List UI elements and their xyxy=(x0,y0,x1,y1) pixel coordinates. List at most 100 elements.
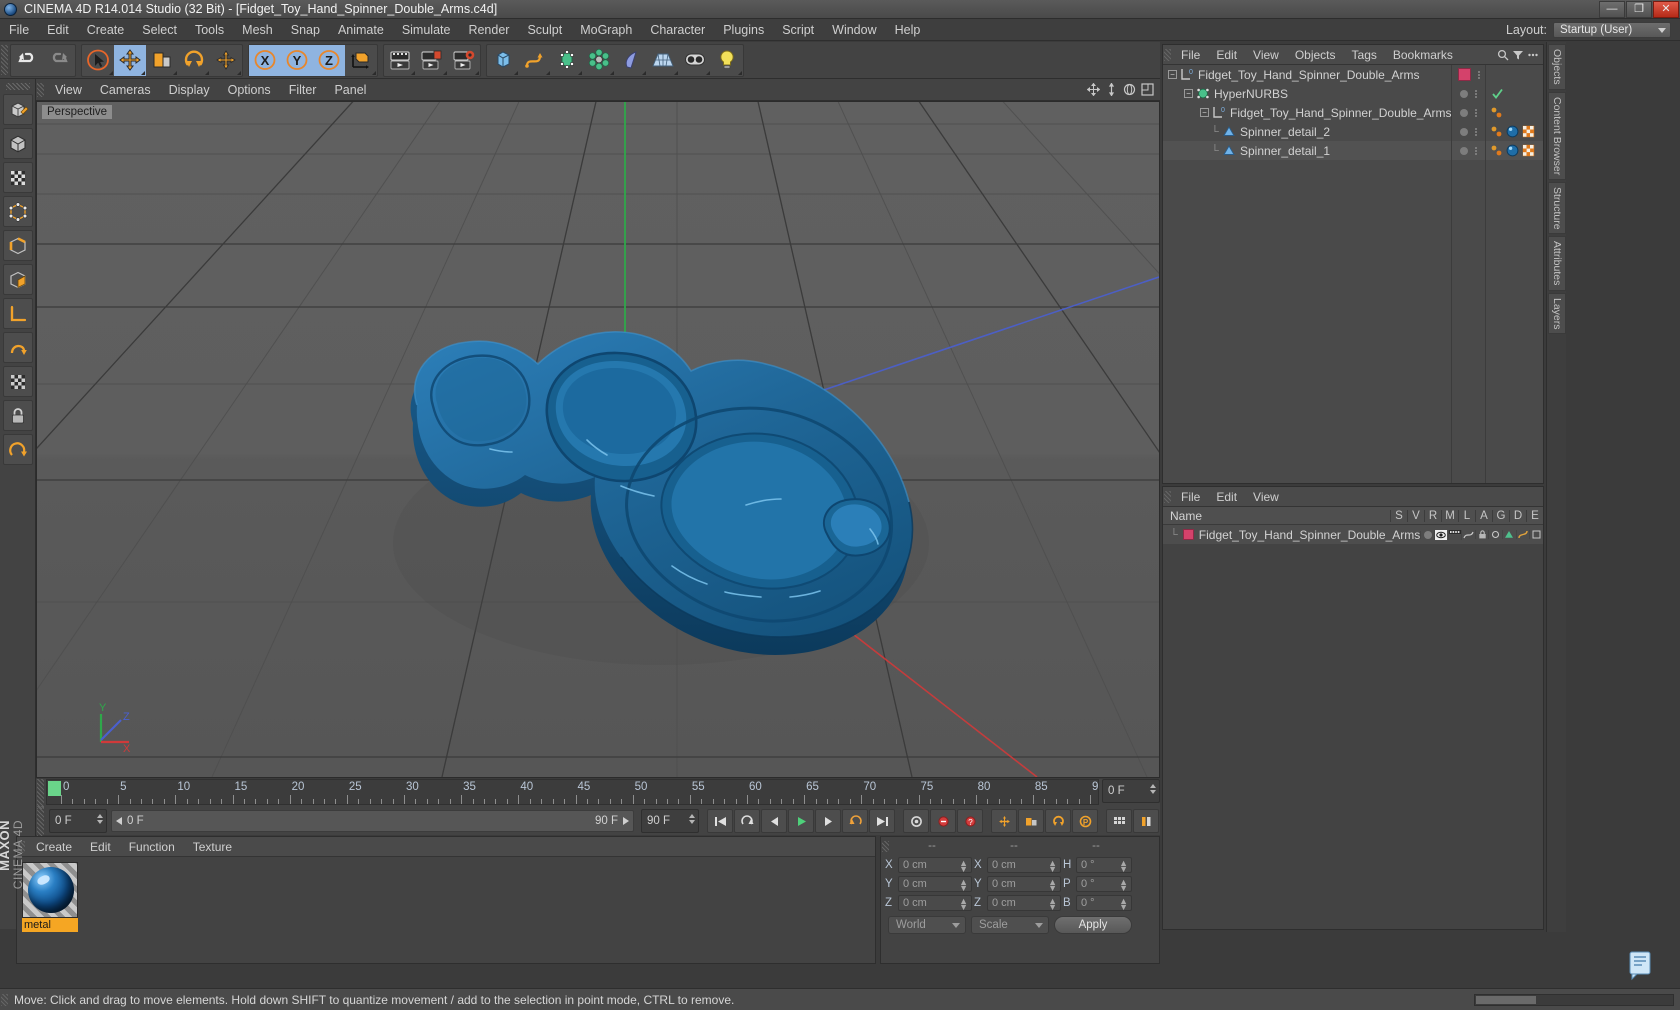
play-backwards-button[interactable] xyxy=(734,809,760,833)
attribute-menu-grip[interactable] xyxy=(1164,490,1171,503)
tag-cell[interactable] xyxy=(1486,103,1543,122)
pos-x-input[interactable]: 0 cm ▲ ▼ xyxy=(898,857,972,874)
viewport-menu-options[interactable]: Options xyxy=(219,79,280,101)
phong-tag-icon[interactable] xyxy=(1490,144,1503,157)
lock-selection-button[interactable] xyxy=(2,400,33,431)
move-button[interactable] xyxy=(114,44,146,76)
uv-tag-icon[interactable] xyxy=(1522,125,1535,138)
material-menu-create[interactable]: Create xyxy=(27,837,81,857)
spinner-icon[interactable]: ▲ ▼ xyxy=(959,897,968,912)
viewport-menu-cameras[interactable]: Cameras xyxy=(91,79,160,101)
menu-snap[interactable]: Snap xyxy=(282,19,329,41)
attribute-col-s[interactable]: S xyxy=(1390,509,1407,522)
pos-y-input[interactable]: 0 cm ▲ ▼ xyxy=(898,876,972,893)
record-active-objects-button[interactable] xyxy=(903,809,929,833)
object-menu-bookmarks[interactable]: Bookmarks xyxy=(1385,45,1461,65)
horizontal-scrollbar[interactable] xyxy=(1474,993,1674,1006)
attribute-menu-view[interactable]: View xyxy=(1245,487,1287,507)
visibility-dot-icon[interactable] xyxy=(1460,108,1468,117)
viewport-menu-filter[interactable]: Filter xyxy=(280,79,326,101)
lock-z-button[interactable]: Z xyxy=(313,44,345,76)
enable-axis-button[interactable] xyxy=(2,332,33,363)
material-menu-edit[interactable]: Edit xyxy=(81,837,120,857)
keyframe-mode-button[interactable] xyxy=(1133,809,1159,833)
minimize-button[interactable]: — xyxy=(1599,0,1625,18)
menu-animate[interactable]: Animate xyxy=(329,19,393,41)
rotate-button[interactable] xyxy=(178,45,210,76)
autokeying-button[interactable] xyxy=(930,809,956,833)
menu-tools[interactable]: Tools xyxy=(186,19,233,41)
attr-cell-r[interactable] xyxy=(1447,529,1462,540)
timeline-controls-grip[interactable] xyxy=(37,806,44,836)
play-button[interactable] xyxy=(788,809,814,833)
attribute-col-g[interactable]: G xyxy=(1492,509,1509,522)
dock-tab-structure[interactable]: Structure xyxy=(1548,181,1566,235)
rot-h-input[interactable]: 0 ° ▲ ▼ xyxy=(1076,857,1132,874)
left-palette-grip[interactable] xyxy=(5,83,30,90)
visibility-cell[interactable] xyxy=(1452,84,1484,103)
maximize-view-icon[interactable] xyxy=(1140,83,1154,97)
object-row-hypernurbs[interactable]: − HyperNURBS xyxy=(1163,84,1451,103)
object-row-spinner-detail-2[interactable]: └ Spinner_detail_2 xyxy=(1163,122,1451,141)
dock-tab-layers[interactable]: Layers xyxy=(1548,292,1566,335)
pos-z-input[interactable]: 0 cm ▲ ▼ xyxy=(898,895,972,912)
spinner-icon[interactable]: ▲ ▼ xyxy=(1048,878,1057,893)
layout-dropdown[interactable]: Startup (User) xyxy=(1553,21,1671,38)
coordinate-system-dropdown[interactable]: World xyxy=(888,916,966,934)
go-to-end-button[interactable] xyxy=(869,809,895,833)
axis-move-button[interactable] xyxy=(210,45,242,76)
size-y-input[interactable]: 0 cm ▲ ▼ xyxy=(987,876,1061,893)
menu-character[interactable]: Character xyxy=(641,19,714,41)
current-frame-field[interactable]: 0 F xyxy=(1102,779,1160,803)
object-menu-objects[interactable]: Objects xyxy=(1287,45,1344,65)
play-forwards-button[interactable] xyxy=(842,809,868,833)
timeline-playhead[interactable] xyxy=(48,781,61,796)
viewport-3d[interactable]: Perspective Y Z X xyxy=(36,101,1160,778)
material-menu-function[interactable]: Function xyxy=(120,837,184,857)
material-menu-texture[interactable]: Texture xyxy=(184,837,241,857)
attribute-menu-edit[interactable]: Edit xyxy=(1208,487,1245,507)
attribute-col-m[interactable]: M xyxy=(1441,509,1458,522)
menu-help[interactable]: Help xyxy=(886,19,930,41)
timeline-grip[interactable] xyxy=(37,779,44,809)
object-menu-edit[interactable]: Edit xyxy=(1208,45,1245,65)
scale-key-button[interactable] xyxy=(1018,809,1044,833)
add-floor-button[interactable] xyxy=(647,45,679,76)
attribute-col-e[interactable]: E xyxy=(1526,509,1543,522)
model-mode-button[interactable] xyxy=(2,128,33,159)
object-row-root[interactable]: − 0 Fidget_Toy_Hand_Spinner_Double_Arms xyxy=(1163,65,1451,84)
rot-p-input[interactable]: 0 ° ▲ ▼ xyxy=(1076,876,1132,893)
expand-collapse-icon[interactable]: − xyxy=(1184,89,1193,98)
dock-tab-content-browser[interactable]: Content Browser xyxy=(1548,91,1566,180)
live-selection-button[interactable] xyxy=(82,45,114,76)
spinner-icon[interactable]: ▲ ▼ xyxy=(959,859,968,874)
spinner-icon[interactable]: ▲ ▼ xyxy=(1048,859,1057,874)
add-cube-button[interactable] xyxy=(487,45,519,76)
attr-cell-m[interactable] xyxy=(1461,529,1475,540)
polygons-mode-button[interactable] xyxy=(2,264,33,295)
attr-cell-l[interactable] xyxy=(1474,530,1489,539)
spinner-icon[interactable]: ▲ ▼ xyxy=(1119,878,1128,893)
render-view-button[interactable] xyxy=(384,45,416,76)
layer-color-swatch[interactable] xyxy=(1182,529,1194,540)
step-forward-button[interactable] xyxy=(815,809,841,833)
pan-view-icon[interactable] xyxy=(1086,83,1100,97)
check-icon[interactable] xyxy=(1491,88,1503,99)
lock-y-button[interactable]: Y xyxy=(281,44,313,76)
spinner-icon[interactable]: ▲ ▼ xyxy=(1119,897,1128,912)
tag-cell[interactable] xyxy=(1486,84,1543,103)
add-camera-button[interactable] xyxy=(679,45,711,76)
attr-cell-s[interactable] xyxy=(1420,530,1434,539)
menu-create[interactable]: Create xyxy=(78,19,134,41)
menu-render[interactable]: Render xyxy=(459,19,518,41)
range-start-field[interactable]: 0 F xyxy=(49,809,107,833)
material-preview[interactable] xyxy=(22,862,78,918)
menu-select[interactable]: Select xyxy=(133,19,186,41)
dock-tab-attributes[interactable]: Attributes xyxy=(1548,236,1566,291)
attr-cell-d[interactable] xyxy=(1515,530,1530,539)
spinner-icon[interactable] xyxy=(1150,784,1156,794)
search-icon[interactable] xyxy=(1497,49,1509,61)
visibility-dots-icon[interactable] xyxy=(1475,108,1477,117)
make-editable-button[interactable] xyxy=(2,94,33,125)
param-key-button[interactable]: P xyxy=(1072,809,1098,833)
